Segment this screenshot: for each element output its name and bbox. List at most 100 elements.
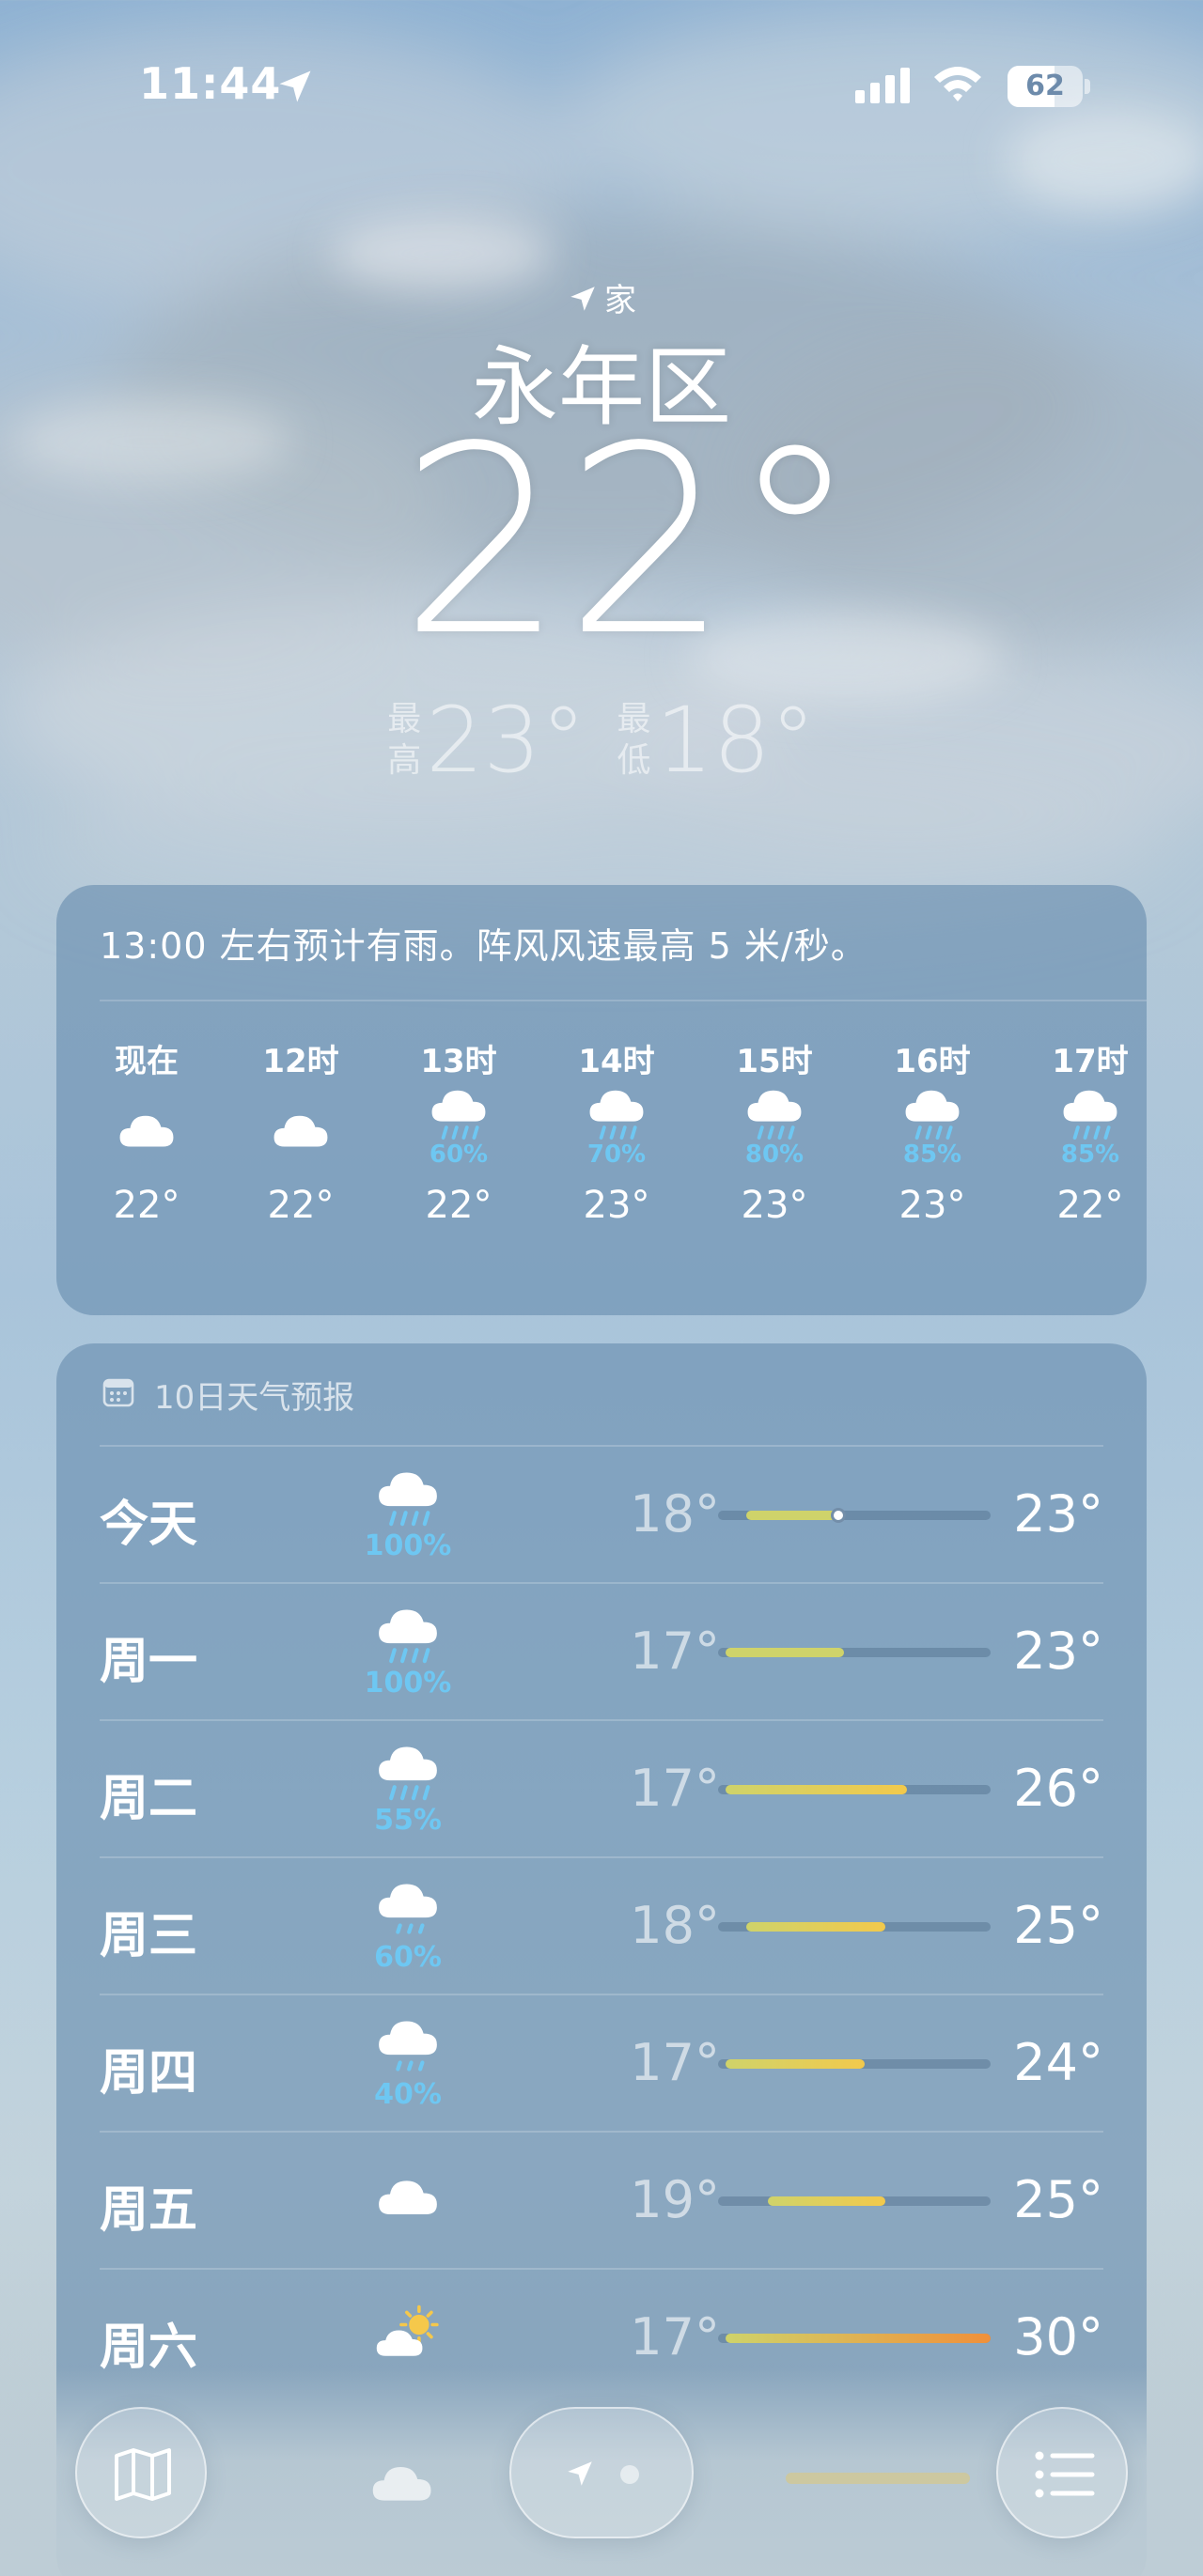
temperature-range-bar <box>726 2059 866 2069</box>
hour-temperature: 23° <box>583 1184 650 1227</box>
list-icon <box>1035 2451 1095 2498</box>
cloud-icon <box>372 2466 431 2501</box>
low-temperature: 18° <box>630 1484 720 1544</box>
wifi-icon <box>934 67 981 101</box>
cloud-icon <box>273 1115 328 1147</box>
map-icon <box>115 2448 171 2501</box>
temperature-range-track <box>718 1648 991 1657</box>
day-row: 周二 55% 17° 26° <box>100 1719 1103 1856</box>
precipitation-chance: 55% <box>374 1804 442 1837</box>
cloud-icon <box>119 1115 174 1147</box>
low-temperature: 17° <box>630 2307 720 2367</box>
cellular-signal-icon <box>855 68 910 103</box>
precipitation-chance: 100% <box>364 1529 452 1562</box>
hour-column: 14时 70% 23° <box>551 1035 682 1298</box>
cloud-icon <box>379 2180 437 2214</box>
hour-temperature: 23° <box>898 1184 966 1227</box>
low-temperature: 17° <box>630 1622 720 1681</box>
hour-temperature: 22° <box>1056 1184 1124 1227</box>
precipitation-chance: 60% <box>374 1941 442 1974</box>
hour-column: 13时 60% 22° <box>393 1035 524 1298</box>
hourly-summary: 13:00 左右预计有雨。阵风风速最高 5 米/秒。 <box>100 925 867 967</box>
hour-label: 16时 <box>894 1043 971 1080</box>
ten-day-forecast-title: 10日天气预报 <box>154 1379 355 1417</box>
battery-level: 62 <box>1025 70 1065 102</box>
precipitation-chance: 70% <box>586 1141 647 1169</box>
hour-label: 12时 <box>262 1043 339 1080</box>
hour-temperature: 22° <box>267 1184 335 1227</box>
temperature-range-bar <box>767 2196 886 2206</box>
cloud-rain-icon <box>745 1088 804 1140</box>
page-dot-icon <box>620 2465 639 2484</box>
temperature-range-track <box>718 2196 991 2206</box>
battery-icon: 62 <box>1008 66 1090 107</box>
temperature-range-bar <box>726 1648 844 1657</box>
cloud-rain-icon <box>1061 1088 1119 1140</box>
hour-column: 17时 85% 22° <box>1024 1035 1156 1298</box>
day-row: 周四 40% 17° 24° <box>100 1994 1103 2131</box>
temperature-range-track <box>718 2059 991 2069</box>
location-tag-label: 家 <box>604 282 636 319</box>
location-arrow-icon <box>279 70 311 102</box>
temperature-range-bar <box>786 2473 970 2484</box>
low-value: 18° <box>655 688 816 793</box>
low-label: 最低 <box>617 700 651 780</box>
temperature-range-track <box>718 2334 991 2343</box>
day-row: 今天 100% 18° 23° <box>100 1445 1103 1582</box>
day-row: 周一 100% 17° 23° <box>100 1582 1103 1719</box>
current-temperature: 22° <box>399 392 860 693</box>
current-temperature-dot <box>830 1508 846 1523</box>
day-row: 周三 60% 18° 25° <box>100 1856 1103 1994</box>
precipitation-chance: 85% <box>902 1141 962 1169</box>
hour-temperature: 22° <box>425 1184 492 1227</box>
temperature-range-bar <box>746 1511 844 1520</box>
temperature-range-bar <box>746 1922 886 1932</box>
hour-label: 15时 <box>736 1043 813 1080</box>
precipitation-chance: 100% <box>364 1667 452 1699</box>
day-name: 周四 <box>100 2045 198 2102</box>
hour-temperature: 23° <box>741 1184 808 1227</box>
temperature-range-track <box>718 1785 991 1794</box>
temperature-range-track <box>718 1922 991 1932</box>
low-temperature: 18° <box>630 1896 720 1955</box>
low-temperature: 17° <box>630 1759 720 1818</box>
hour-column: 12时 22° <box>235 1035 367 1298</box>
low-temperature: 最低 18° <box>617 695 816 785</box>
day-row: 周五 19° 25° <box>100 2131 1103 2268</box>
cloud-rain-icon <box>372 1601 444 1672</box>
hourly-forecast-card[interactable]: 13:00 左右预计有雨。阵风风速最高 5 米/秒。 现在 22° 12时 22… <box>56 885 1147 1315</box>
day-name: 周一 <box>100 1634 198 1690</box>
cloud-rain-icon <box>372 1738 444 1809</box>
location-page-indicator[interactable] <box>509 2407 694 2538</box>
temperature-range-bar <box>726 2334 991 2343</box>
hour-temperature: 22° <box>113 1184 180 1227</box>
cloud-rain-icon <box>372 1464 444 1535</box>
day-name: 周五 <box>100 2182 198 2239</box>
temperature-range-bar <box>726 1785 907 1794</box>
hour-label: 14时 <box>578 1043 655 1080</box>
cloud-drizzle-icon <box>372 1875 444 1947</box>
hour-label: 13时 <box>420 1043 497 1080</box>
high-temperature: 25° <box>1013 2170 1103 2229</box>
hour-label: 17时 <box>1052 1043 1129 1080</box>
cloud-rain-icon <box>587 1088 646 1140</box>
high-temperature: 24° <box>1013 2033 1103 2092</box>
high-temperature: 23° <box>1013 1484 1103 1544</box>
high-temperature: 25° <box>1013 1896 1103 1955</box>
hour-column: 现在 22° <box>81 1035 212 1298</box>
calendar-icon <box>102 1378 134 1407</box>
low-temperature: 19° <box>630 2170 720 2229</box>
status-bar: 11:44 62 <box>0 0 1203 169</box>
location-arrow-icon <box>568 2461 592 2486</box>
precipitation-chance: 80% <box>744 1141 805 1169</box>
cloud-rain-icon <box>430 1088 488 1140</box>
high-value: 23° <box>426 688 586 793</box>
day-name: 今天 <box>100 1497 198 1553</box>
map-button[interactable] <box>75 2407 207 2538</box>
precipitation-chance: 60% <box>429 1141 489 1169</box>
locations-list-button[interactable] <box>996 2407 1128 2538</box>
precipitation-chance: 85% <box>1060 1141 1120 1169</box>
precipitation-chance: 40% <box>374 2078 442 2111</box>
cloud-drizzle-icon <box>372 2012 444 2084</box>
partly-sunny-icon <box>374 2304 439 2358</box>
